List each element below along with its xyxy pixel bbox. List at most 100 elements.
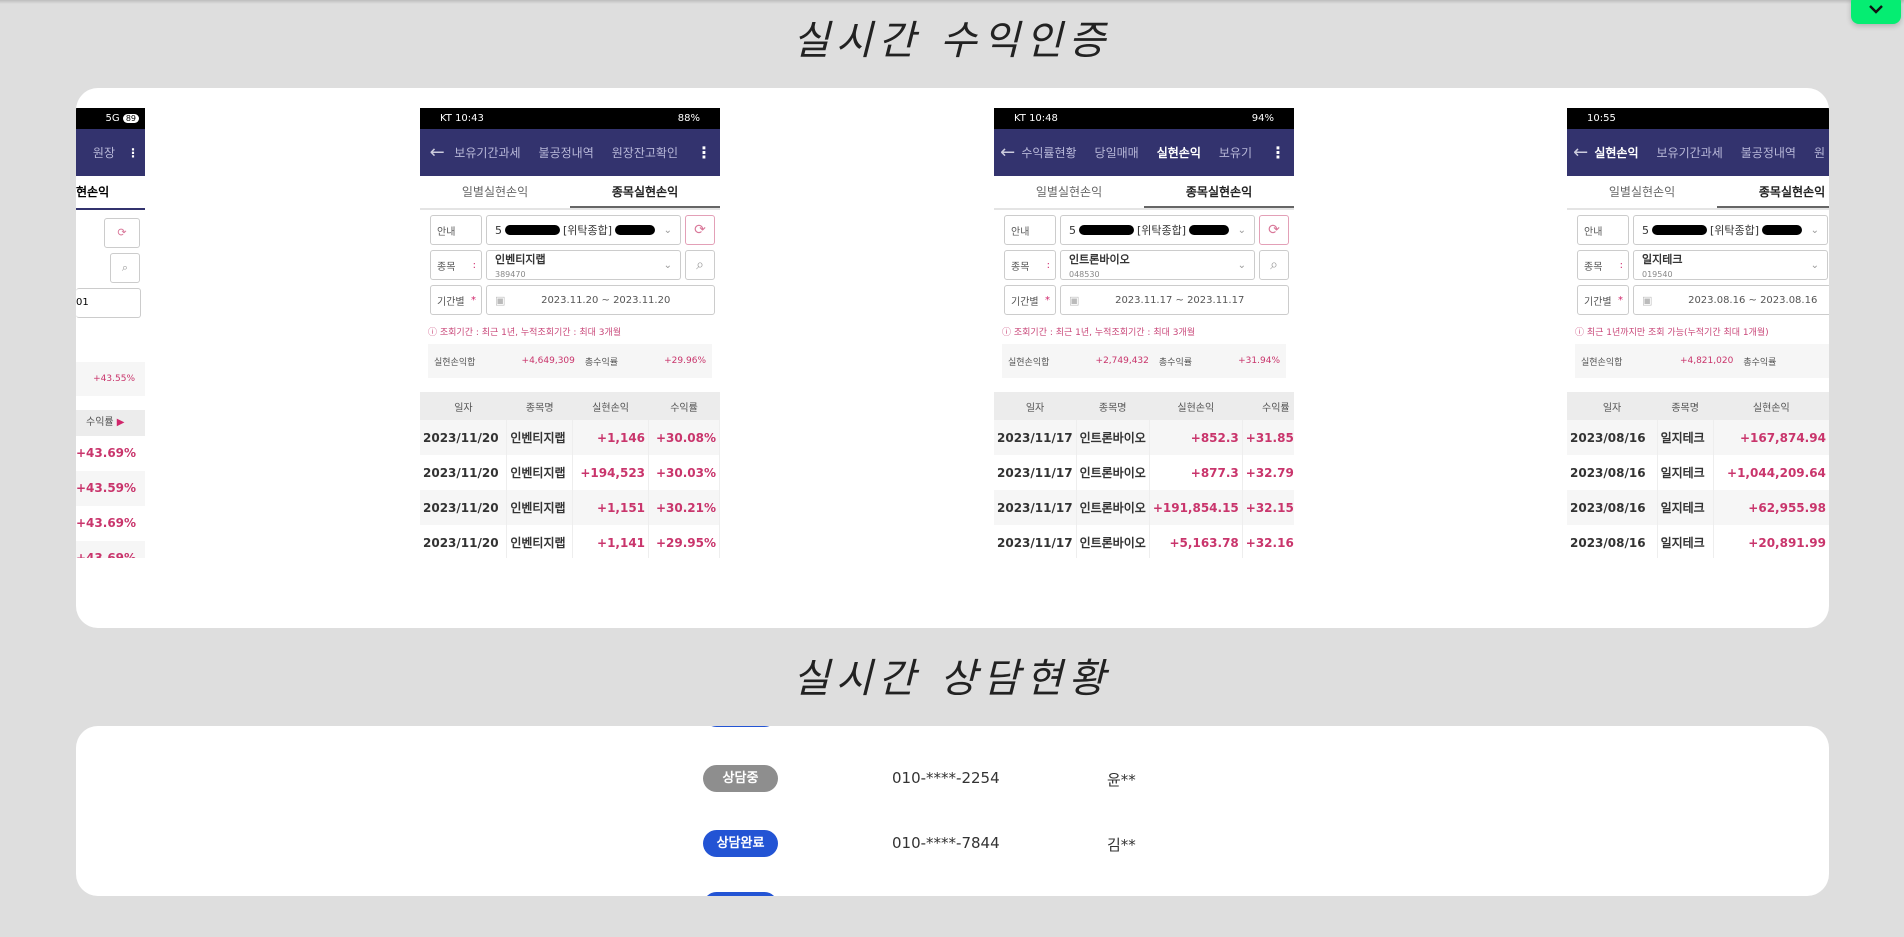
sub-tabs: 일별실현손익 종목실현손익: [1567, 176, 1829, 210]
back-arrow-icon: ←: [429, 142, 445, 163]
redacted-mark: [1189, 225, 1230, 235]
sub-tabs: 일별실현손익 종목실현손익: [994, 176, 1294, 210]
period-value: 2023.11.20 ~ 2023.11.20: [541, 294, 671, 306]
account-type: [위탁종합]: [1710, 224, 1760, 237]
masked-name: 윤**: [1107, 771, 1136, 789]
table-cell: +32.15%: [1242, 490, 1294, 525]
table-cell: 일지테크: [1657, 525, 1714, 558]
field-label: 안내: [1577, 215, 1629, 245]
table-cell: +29.95%: [648, 525, 720, 558]
nav-item: 실현손익: [1156, 146, 1201, 160]
rate-label: 총수익률: [1743, 357, 1777, 368]
nav-item: 수익률현황: [1021, 146, 1077, 160]
redacted-mark: [1079, 225, 1134, 235]
table-cell: +30.21%: [648, 490, 720, 525]
profit-summary: 실현손익합+4,821,020총수익률+26: [1575, 344, 1829, 378]
field-label-text: 종목: [437, 261, 456, 273]
table-cell: +20,891.99: [1713, 525, 1829, 558]
account-row: 안내5[위탁종합]⌄⟳: [1577, 215, 1829, 245]
nav-item: 보유기간과세: [1656, 146, 1723, 160]
calendar-icon: ▣: [1069, 293, 1080, 307]
refresh-icon: ⟳: [1259, 215, 1289, 245]
table-row: 2023/08/16일지테크+167,874.94+26: [1567, 420, 1829, 455]
sum-value: +4,821,020: [1679, 356, 1734, 366]
column-header: 일자: [1567, 392, 1658, 420]
account-select: 5 [위탁종합] ⌄: [1060, 215, 1255, 245]
redacted-mark: [615, 225, 656, 235]
table-row: 2023/11/17인트론바이오+852.3+31.85%: [994, 420, 1294, 455]
tab-label: 현손익: [76, 176, 145, 210]
required-icon: :: [472, 259, 476, 271]
stock-name: 인트론바이오: [1069, 252, 1130, 266]
tab-daily: 일별실현손익: [1608, 185, 1676, 199]
calendar-icon: ▣: [495, 293, 506, 307]
nav-item: 보유기: [1218, 146, 1252, 160]
rate-value: +29.96%: [664, 356, 706, 366]
phone-screenshot-partial: 5G 89 원장 ⋮ 현손익 ⟳ ⌕ 01 +43.55% 수익률 ▶ +43.6…: [76, 108, 145, 558]
app-nav-bar: ← 수익률현황 당일매매 실현손익 보유기 ⋮: [994, 129, 1294, 176]
stock-row: 종목: 인트론바이오 048530 ⌄ ⌕: [1004, 250, 1289, 280]
rate-cell: +43.59%: [76, 471, 145, 506]
field-label: 종목:: [430, 250, 482, 280]
period-value: 2023.11.17 ~ 2023.11.17: [1115, 294, 1245, 306]
stock-select: 인트론바이오 048530 ⌄: [1060, 250, 1255, 280]
table-cell: 2023/11/17: [994, 525, 1077, 558]
profit-table: 일자종목명실현손익수익2023/08/16일지테크+167,874.94+262…: [1567, 392, 1829, 558]
rate-cell: +43.69%: [76, 541, 145, 558]
calendar-icon: ▣: [1642, 293, 1653, 307]
profit-proof-carousel[interactable]: 5G 89 원장 ⋮ 현손익 ⟳ ⌕ 01 +43.55% 수익률 ▶ +43.6…: [76, 88, 1829, 628]
table-cell: +1,141: [572, 525, 650, 558]
column-header: 종목명: [1657, 392, 1714, 420]
field-label-text: 기간별: [1011, 296, 1039, 308]
table-row: 2023/11/20 인벤티지랩 +194,523 +30.03%: [420, 455, 720, 490]
rate-cell: +43.69%: [76, 516, 137, 530]
column-header: 실현손익: [1149, 392, 1243, 420]
profit-table: 일자 종목명 실현손익 수익률 2023/11/17 인트론바이오 +852.3 +31.85…: [994, 392, 1294, 558]
table-cell: +30.08%: [648, 420, 720, 455]
table-cell: 인트론바이오: [1076, 455, 1150, 490]
rate-value: +31.94%: [1238, 356, 1280, 366]
tab-stock: 종목실현손익: [570, 176, 720, 208]
column-header: 수익률: [1242, 392, 1294, 420]
chevron-down-icon: ⌄: [1810, 224, 1819, 236]
stock-name: 인벤티지랩: [495, 252, 546, 266]
status-time: 10:55: [1587, 113, 1616, 124]
table-cell: +1,151: [572, 490, 650, 525]
field-label: 기간별 *: [1577, 285, 1629, 315]
status-badge: 상담중: [703, 765, 778, 792]
query-notice: ⓘ 최근 1년까지만 조회 가능(누적기간 최대 1개월): [1575, 328, 1769, 338]
stock-code: 019540: [1642, 269, 1673, 279]
account-prefix: 5: [1642, 223, 1649, 237]
field-label: 안내: [430, 215, 482, 245]
stock-name: 일지테크: [1642, 252, 1683, 266]
consultation-row: 상담완료 010-****-7844 김**: [76, 830, 1829, 860]
table-row: 2023/11/17인트론바이오+5,163.78+32.16%: [994, 525, 1294, 558]
required-icon: *: [1618, 294, 1623, 306]
table-cell: +877.3: [1149, 455, 1243, 490]
redacted-mark: [1652, 225, 1707, 235]
chevron-down-icon: ⌄: [1810, 259, 1819, 271]
nav-item: 원장잔고확인: [611, 146, 678, 160]
table-cell: 2023/08/16: [1567, 490, 1658, 525]
table-cell: 2023/11/20: [420, 455, 508, 490]
consultation-row: 상담중 010-****-2254 윤**: [76, 765, 1829, 795]
tab-stock: 종목실현손익: [1144, 176, 1294, 208]
stock-info: 일지테크 019540: [1642, 251, 1682, 280]
table-cell: 일지테크: [1657, 490, 1714, 525]
rate-label: 총수익률: [1158, 357, 1193, 368]
nav-item: 불공정내역: [538, 146, 594, 160]
phone-screenshot: KT 10:48 94% ← 수익률현황 당일매매 실현손익 보유기 ⋮ 일별실현손익 종목실현손…: [994, 108, 1294, 558]
period-field: ▣ 2023.11.17 ~ 2023.11.17: [1060, 285, 1289, 315]
required-icon: :: [1046, 259, 1050, 271]
table-cell: 인트론바이오: [1076, 525, 1150, 558]
table-cell: 2023/08/16: [1567, 455, 1658, 490]
period-field: 01: [76, 288, 141, 318]
sum-label: 실현손익합: [434, 357, 476, 368]
phone-screenshot: 10:55LTE←실현손익보유기간과세불공정내역원⋮일별실현손익종목실현손익안내…: [1567, 108, 1829, 558]
rate-label: 총수익률: [584, 357, 619, 368]
tab-daily: 일별실현손익: [1035, 185, 1103, 199]
nav-item: 불공정내역: [1740, 146, 1796, 160]
redacted-mark: [1762, 225, 1803, 235]
refresh-icon: ⟳: [685, 215, 715, 245]
table-row: 2023/11/20 인벤티지랩 +1,151 +30.21%: [420, 490, 720, 525]
